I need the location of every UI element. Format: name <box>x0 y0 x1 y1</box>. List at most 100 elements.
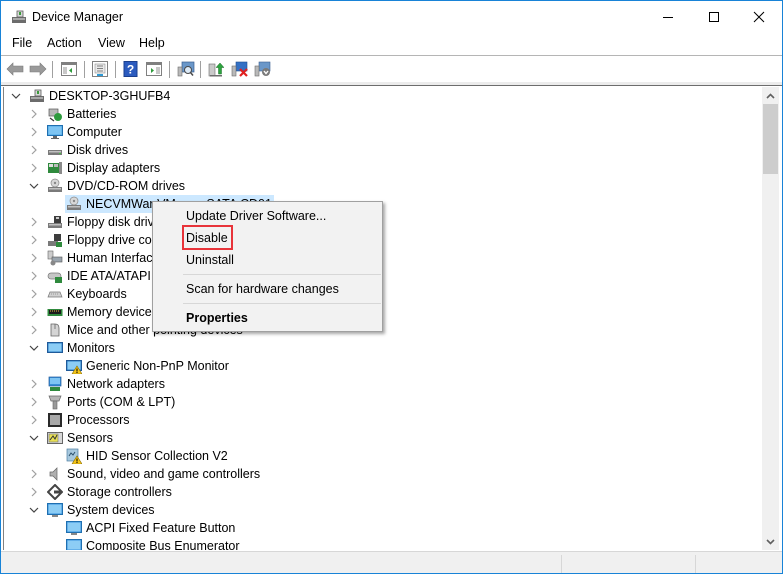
tree-item-content[interactable]: Floppy disk drives <box>46 213 169 231</box>
tree-category[interactable]: Processors <box>28 411 132 429</box>
dvd-drive-icon <box>47 178 63 194</box>
tree-item-content[interactable]: Storage controllers <box>46 483 174 501</box>
tree-item-content[interactable]: Sensors <box>46 429 115 447</box>
update-driver-icon <box>208 62 225 77</box>
chevron-down-icon[interactable] <box>28 180 40 192</box>
back-button[interactable] <box>5 59 25 79</box>
uninstall-device-button[interactable] <box>230 59 250 79</box>
floppy-disk-icon <box>47 214 63 230</box>
maximize-button[interactable] <box>691 1 737 33</box>
processor-icon <box>47 412 63 428</box>
help-button[interactable]: ? <box>121 59 141 79</box>
chevron-right-icon[interactable] <box>28 396 40 408</box>
tree-item-content[interactable]: DESKTOP-3GHUFB4 <box>28 87 172 105</box>
tree-category[interactable]: DVD/CD-ROM drives <box>28 177 187 195</box>
tree-item-content[interactable]: Generic Non-PnP Monitor <box>65 357 231 375</box>
storage-controller-icon <box>47 484 63 500</box>
chevron-right-icon[interactable] <box>28 216 40 228</box>
tree-category[interactable]: Display adapters <box>28 159 162 177</box>
tree-category[interactable]: Storage controllers <box>28 483 174 501</box>
chevron-down-icon[interactable] <box>10 90 22 102</box>
tree-item-content[interactable]: Sound, video and game controllers <box>46 465 262 483</box>
tree-item-content[interactable]: Memory devices <box>46 303 160 321</box>
chevron-down-icon[interactable] <box>28 504 40 516</box>
tree-category[interactable]: Ports (COM & LPT) <box>28 393 177 411</box>
chevron-right-icon[interactable] <box>28 324 40 336</box>
vertical-scrollbar[interactable] <box>762 87 779 550</box>
ctx-scan-hardware[interactable]: Scan for hardware changes <box>186 282 339 296</box>
tree-item-content[interactable]: Batteries <box>46 105 118 123</box>
tree-category[interactable]: Disk drives <box>28 141 130 159</box>
minimize-button[interactable] <box>645 1 691 33</box>
tree-item-content[interactable]: Monitors <box>46 339 117 357</box>
tree-category[interactable]: Sensors <box>28 429 115 447</box>
tree-item-content[interactable]: Keyboards <box>46 285 129 303</box>
chevron-right-icon[interactable] <box>28 288 40 300</box>
tree-category[interactable]: Keyboards <box>28 285 129 303</box>
scroll-down-button[interactable] <box>762 533 779 550</box>
menu-file[interactable]: File <box>12 36 32 50</box>
tree-category[interactable]: Floppy disk drives <box>28 213 169 231</box>
forward-button[interactable] <box>28 59 48 79</box>
toolbar-separator <box>169 61 170 78</box>
tree-item-content[interactable]: Disk drives <box>46 141 130 159</box>
chevron-right-icon[interactable] <box>28 414 40 426</box>
tree-category[interactable]: Network adapters <box>28 375 167 393</box>
update-driver-button[interactable] <box>207 59 227 79</box>
chevron-right-icon[interactable] <box>28 468 40 480</box>
chevron-right-icon[interactable] <box>28 144 40 156</box>
menu-help[interactable]: Help <box>139 36 165 50</box>
tree-item-content[interactable]: Network adapters <box>46 375 167 393</box>
tree-item-label: System devices <box>67 503 155 517</box>
tree-category[interactable]: Computer <box>28 123 124 141</box>
chevron-right-icon[interactable] <box>28 126 40 138</box>
tree-category[interactable]: Sound, video and game controllers <box>28 465 262 483</box>
scroll-thumb[interactable] <box>763 104 778 174</box>
ctx-uninstall[interactable]: Uninstall <box>186 253 234 267</box>
tree-root-computer[interactable]: DESKTOP-3GHUFB4 <box>10 87 172 105</box>
tree-item-content[interactable]: Processors <box>46 411 132 429</box>
tree-category[interactable]: Batteries <box>28 105 118 123</box>
scroll-up-button[interactable] <box>762 87 779 104</box>
disable-device-button[interactable] <box>253 59 273 79</box>
tree-device[interactable]: ACPI Fixed Feature Button <box>47 519 237 537</box>
ctx-properties[interactable]: Properties <box>186 311 248 325</box>
tree-item-content[interactable]: Ports (COM & LPT) <box>46 393 177 411</box>
menu-action[interactable]: Action <box>47 36 82 50</box>
tree-item-content[interactable]: HID Sensor Collection V2 <box>65 447 230 465</box>
tree-category[interactable]: Monitors <box>28 339 117 357</box>
device-manager-icon <box>11 10 27 24</box>
chevron-right-icon[interactable] <box>28 306 40 318</box>
chevron-right-icon[interactable] <box>28 162 40 174</box>
tree-item-content[interactable]: Display adapters <box>46 159 162 177</box>
menu-view[interactable]: View <box>98 36 125 50</box>
tree-item-label: Processors <box>67 413 130 427</box>
tree-item-content[interactable]: ACPI Fixed Feature Button <box>65 519 237 537</box>
chevron-right-icon[interactable] <box>28 252 40 264</box>
chevron-down-icon[interactable] <box>28 342 40 354</box>
computer-icon <box>47 124 63 140</box>
chevron-right-icon[interactable] <box>28 234 40 246</box>
chevron-right-icon[interactable] <box>28 486 40 498</box>
tree-device[interactable]: Composite Bus Enumerator <box>47 537 242 550</box>
tree-item-label: Network adapters <box>67 377 165 391</box>
chevron-right-icon[interactable] <box>28 108 40 120</box>
tree-device[interactable]: HID Sensor Collection V2 <box>47 447 230 465</box>
chevron-down-icon[interactable] <box>28 432 40 444</box>
ctx-update-driver[interactable]: Update Driver Software... <box>186 209 326 223</box>
chevron-right-icon[interactable] <box>28 270 40 282</box>
tree-item-content[interactable]: Computer <box>46 123 124 141</box>
tree-item-content[interactable]: System devices <box>46 501 157 519</box>
scan-hardware-button[interactable] <box>176 59 196 79</box>
tree-device[interactable]: Generic Non-PnP Monitor <box>47 357 231 375</box>
tree-category[interactable]: System devices <box>28 501 157 519</box>
tree-item-content[interactable]: DVD/CD-ROM drives <box>46 177 187 195</box>
action-pane-button[interactable] <box>144 59 164 79</box>
tree-item-content[interactable]: Composite Bus Enumerator <box>65 537 242 550</box>
console-tree-button[interactable] <box>59 59 79 79</box>
properties-button[interactable] <box>90 59 110 79</box>
chevron-right-icon[interactable] <box>28 378 40 390</box>
tree-category[interactable]: Memory devices <box>28 303 160 321</box>
close-button[interactable] <box>736 1 782 33</box>
tree-item-label: DESKTOP-3GHUFB4 <box>49 89 171 103</box>
